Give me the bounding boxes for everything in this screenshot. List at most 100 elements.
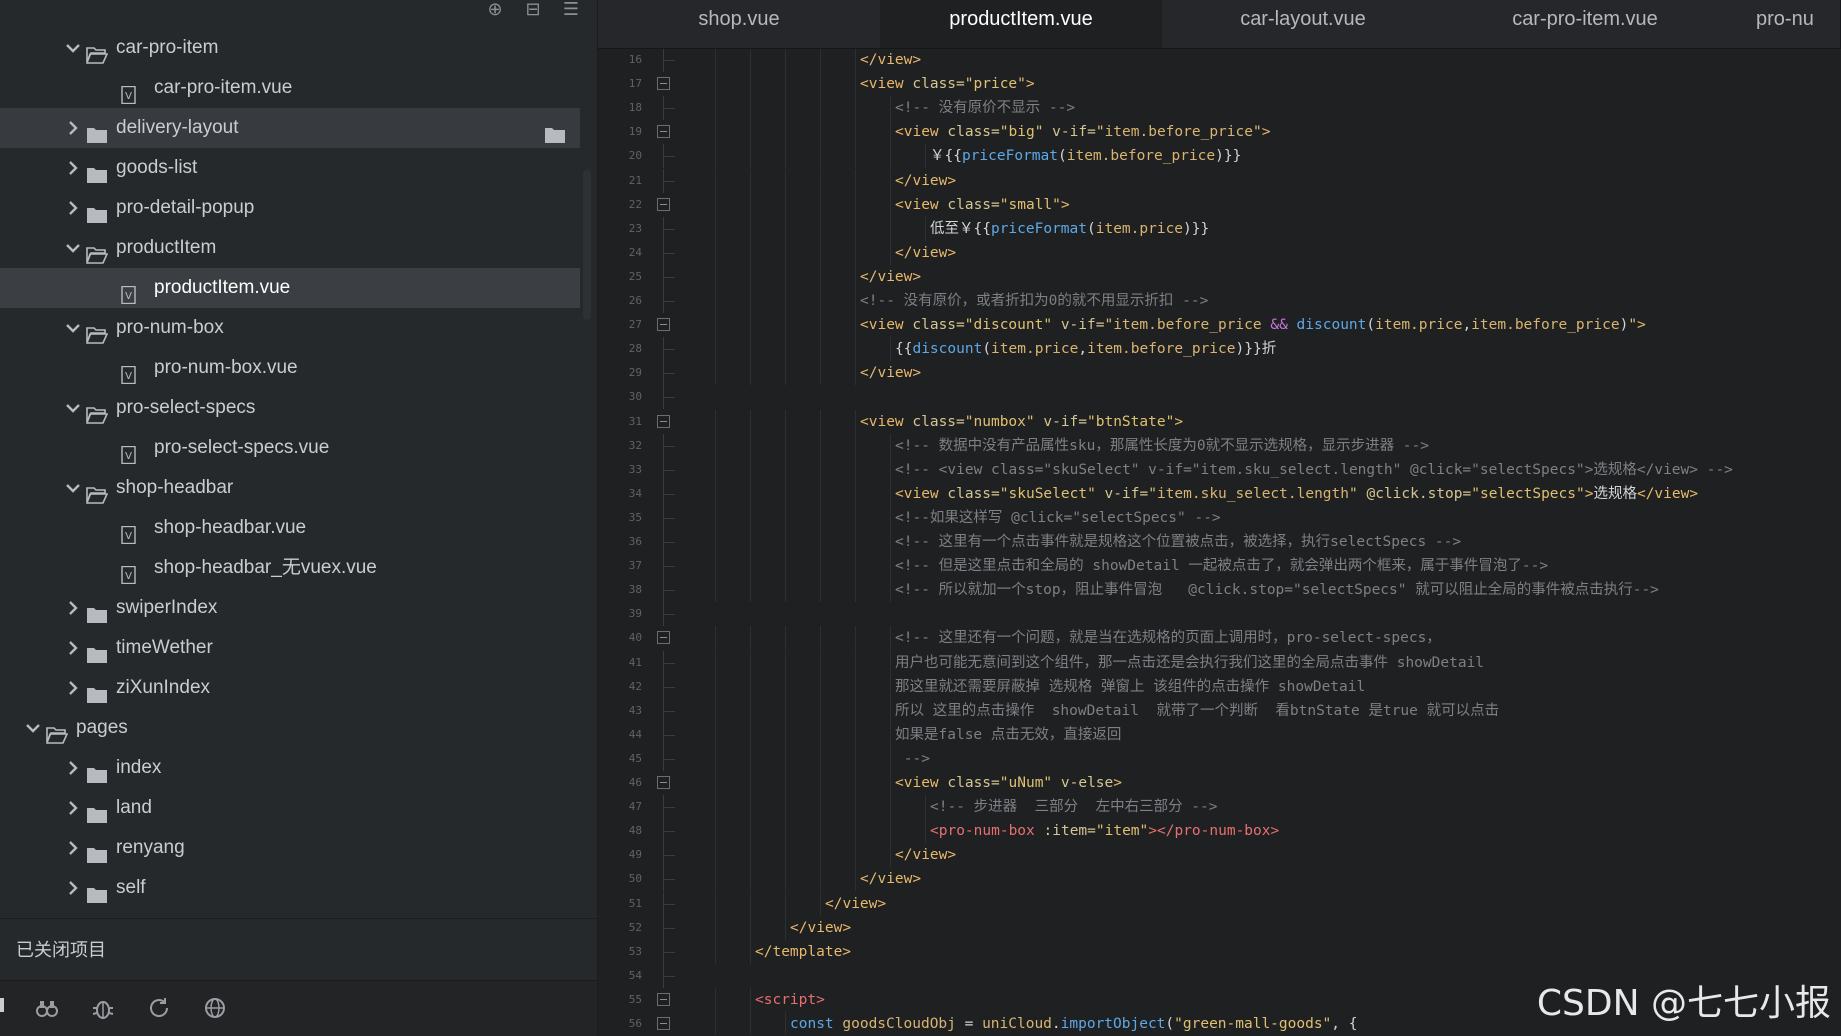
indent-guide	[855, 843, 856, 868]
bug-icon[interactable]	[90, 995, 116, 1021]
folder-item-shop-headbar[interactable]: shop-headbar	[0, 468, 580, 508]
code-token: <!-- 数据中没有产品属性sku，那属性长度为0就不显示选规格，显示步进器 -…	[895, 437, 1429, 454]
code-token: <!-- 没有原价，或者折扣为0的就不用显示折扣 -->	[860, 293, 1209, 309]
chevron-right-icon[interactable]	[62, 868, 84, 908]
indent-guide	[750, 96, 751, 121]
folder-item-pro-num-box[interactable]: pro-num-box	[0, 308, 580, 348]
folder-open-icon	[85, 399, 109, 424]
indent-guide	[715, 240, 716, 265]
file-item-shop-headbar-vuex-vue[interactable]: Vshop-headbar_无vuex.vue	[0, 548, 580, 588]
folder-item-index[interactable]: index	[0, 748, 580, 788]
closed-projects-label[interactable]: 已关闭项目	[16, 938, 106, 962]
indent-guide	[750, 192, 751, 217]
code-token: "green-mall-goods"	[1174, 1016, 1332, 1032]
code-content: <!--如果这样写 @click="selectSpecs" -->	[895, 506, 1221, 530]
fold-toggle-icon[interactable]	[657, 992, 670, 1006]
tab-car-layout-vue[interactable]: car-layout.vue	[1162, 0, 1445, 48]
code-content: 那这里就还需要屏蔽掉 选规格 弹窗上 该组件的点击操作 showDetail	[895, 675, 1365, 699]
sidebar-scrollbar[interactable]	[583, 170, 591, 320]
chevron-down-icon[interactable]	[62, 228, 84, 268]
fold-toggle-icon[interactable]	[657, 125, 670, 139]
folder-item-pages[interactable]: pages	[0, 708, 580, 748]
target-icon[interactable]: ⊕	[483, 0, 507, 18]
chevron-down-icon[interactable]	[62, 308, 84, 348]
fold-toggle-icon[interactable]	[657, 631, 670, 645]
fold-toggle-icon[interactable]	[657, 77, 670, 91]
fold-toggle-icon[interactable]	[657, 1017, 670, 1030]
fold-gutter-tick	[663, 590, 675, 592]
chevron-right-icon[interactable]	[62, 108, 84, 148]
chevron-right-icon[interactable]	[62, 148, 84, 188]
file-item-pro-select-specs-vue[interactable]: Vpro-select-specs.vue	[0, 428, 580, 468]
file-item-shop-headbar-vue[interactable]: Vshop-headbar.vue	[0, 508, 580, 548]
folder-item-delivery-layout[interactable]: delivery-layout	[0, 108, 580, 148]
tab-shop-vue[interactable]: shop.vue	[598, 0, 881, 48]
tab-car-pro-item-vue[interactable]: car-pro-item.vue	[1444, 0, 1727, 48]
folder-item-self[interactable]: self	[0, 868, 580, 908]
chevron-down-icon[interactable]	[62, 468, 84, 508]
indent-guide	[855, 120, 856, 145]
code-editor[interactable]: 16 </view> 17 <view class="price"> 18 <!-- 没有…	[598, 49, 1841, 1035]
chevron-right-icon[interactable]	[62, 588, 84, 628]
menu-icon[interactable]: ☰	[559, 0, 583, 18]
code-token: 用户也可能无意间到这个组件，那一点击还是会执行我们这里的全局点击事件 showD…	[895, 654, 1485, 671]
code-line: 25 </view>	[598, 264, 1841, 289]
refresh-icon[interactable]	[146, 995, 172, 1021]
chevron-right-icon[interactable]	[62, 828, 84, 868]
indent-guide	[820, 674, 821, 699]
chevron-right-icon[interactable]	[62, 748, 84, 788]
tree-item-label: pro-num-box.vue	[154, 357, 298, 378]
chevron-right-icon[interactable]	[62, 788, 84, 828]
globe-icon[interactable]	[202, 995, 228, 1021]
folder-item-zixunindex[interactable]: ziXunIndex	[0, 668, 580, 708]
code-line: 45 -->	[598, 746, 1841, 771]
indent-guide	[750, 337, 751, 362]
folder-icon	[86, 159, 108, 183]
chevron-down-icon[interactable]	[62, 388, 84, 428]
indent-guide	[785, 698, 786, 723]
chevron-right-icon[interactable]	[62, 188, 84, 228]
folder-item-pro-detail-popup[interactable]: pro-detail-popup	[0, 188, 580, 228]
code-token: item.before_price	[1113, 317, 1271, 334]
indent-guide	[750, 120, 751, 145]
folder-item-renyang[interactable]: renyang	[0, 828, 580, 868]
folder-item-pro-select-specs[interactable]: pro-select-specs	[0, 388, 580, 428]
folder-item-car-pro-item[interactable]: car-pro-item	[0, 28, 580, 68]
indent-guide	[890, 626, 891, 651]
folder-item-productitem[interactable]: productItem	[0, 228, 580, 268]
indent-guide	[785, 96, 786, 121]
folder-item-timewether[interactable]: timeWether	[0, 628, 580, 668]
fold-toggle-icon[interactable]	[657, 318, 670, 332]
fold-toggle-icon[interactable]	[657, 776, 670, 789]
collapse-all-icon[interactable]: ⊟	[521, 0, 545, 18]
code-token: v-if=	[1104, 485, 1149, 502]
code-content: <!-- <view class="skuSelect" v-if="item.…	[895, 458, 1733, 482]
fold-gutter-tick	[663, 156, 675, 158]
file-item-pro-num-box-vue[interactable]: Vpro-num-box.vue	[0, 348, 580, 388]
file-item-productitem-vue[interactable]: VproductItem.vue	[0, 268, 580, 308]
tab-pro-num-box-vue[interactable]: pro-nu	[1726, 0, 1841, 48]
fold-gutter-tick	[663, 60, 675, 61]
chevron-down-icon[interactable]	[22, 708, 44, 748]
file-item-car-pro-item-vue[interactable]: Vcar-pro-item.vue	[0, 68, 580, 108]
open-folder-icon[interactable]	[544, 119, 568, 143]
folder-item-land[interactable]: land	[0, 788, 580, 828]
indent-guide	[715, 698, 716, 723]
fold-gutter-tick	[663, 831, 675, 833]
chevron-right-icon[interactable]	[62, 668, 84, 708]
chevron-down-icon[interactable]	[62, 28, 84, 68]
code-line: 18 <!-- 没有原价不显示 -->	[598, 96, 1841, 121]
folder-item-goods-list[interactable]: goods-list	[0, 148, 580, 188]
fold-gutter-tick	[663, 276, 675, 278]
tree-item-label: pro-select-specs	[116, 397, 256, 418]
chevron-right-icon[interactable]	[62, 628, 84, 668]
fold-toggle-icon[interactable]	[657, 197, 670, 211]
indent-guide	[715, 361, 716, 386]
binoculars-icon[interactable]	[34, 995, 60, 1021]
fold-toggle-icon[interactable]	[657, 414, 670, 428]
folder-item-swiperindex[interactable]: swiperIndex	[0, 588, 580, 628]
code-line: 17 <view class="price">	[598, 72, 1841, 97]
indent-guide	[820, 819, 821, 844]
indent-guide	[855, 554, 856, 579]
tab-productitem-vue[interactable]: productItem.vue	[880, 0, 1163, 48]
